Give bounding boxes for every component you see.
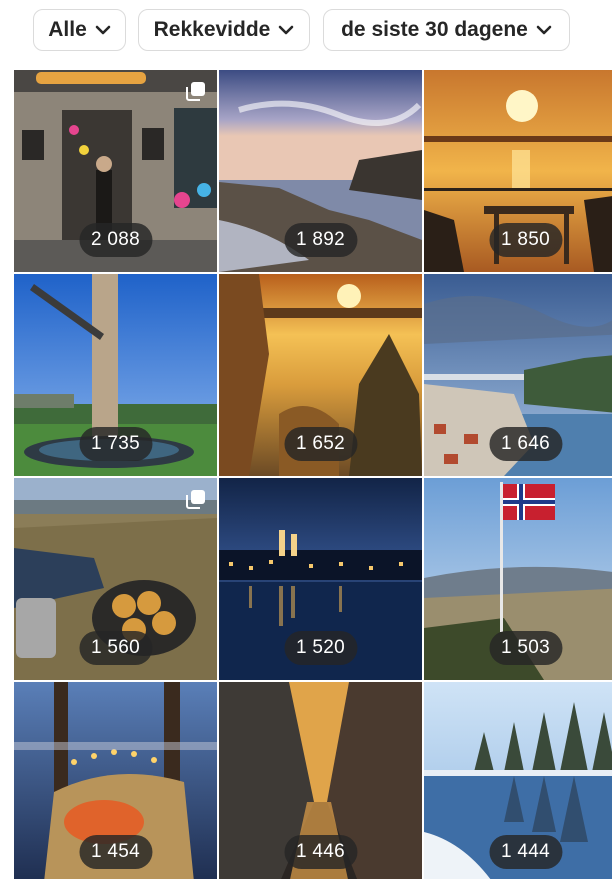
post-tile[interactable]: 2 088 [14, 70, 217, 272]
reach-count-badge: 1 892 [283, 223, 358, 257]
chevron-down-icon [536, 25, 552, 35]
reach-count-badge: 1 444 [488, 835, 563, 869]
filter-type-dropdown[interactable]: Alle [33, 9, 126, 51]
chevron-down-icon [95, 25, 111, 35]
filter-period-label: de siste 30 dagene [341, 18, 528, 41]
multiple-photos-icon [186, 490, 205, 509]
post-tile[interactable]: 1 454 [14, 682, 217, 879]
reach-count-badge: 1 520 [283, 631, 358, 665]
post-tile[interactable]: 1 520 [219, 478, 422, 680]
post-tile[interactable]: 1 735 [14, 274, 217, 476]
filter-metric-dropdown[interactable]: Rekkevidde [138, 9, 310, 51]
post-tile[interactable]: 1 503 [424, 478, 612, 680]
multiple-photos-icon [186, 82, 205, 101]
reach-count-badge: 1 503 [488, 631, 563, 665]
reach-count-badge: 1 446 [283, 835, 358, 869]
post-tile[interactable]: 1 446 [219, 682, 422, 879]
filter-metric-label: Rekkevidde [153, 18, 271, 41]
post-tile[interactable]: 1 892 [219, 70, 422, 272]
reach-count-badge: 1 646 [488, 427, 563, 461]
post-grid: 2 088 1 892 1 850 1 735 1 652 1 646 1 56… [14, 70, 612, 879]
reach-count-badge: 2 088 [78, 223, 153, 257]
reach-count-badge: 1 454 [78, 835, 153, 869]
reach-count-badge: 1 560 [78, 631, 153, 665]
reach-count-badge: 1 850 [488, 223, 563, 257]
filter-bar: Alle Rekkevidde de siste 30 dagene [0, 0, 612, 66]
post-tile[interactable]: 1 560 [14, 478, 217, 680]
post-tile[interactable]: 1 850 [424, 70, 612, 272]
reach-count-badge: 1 652 [283, 427, 358, 461]
filter-type-label: Alle [48, 18, 87, 41]
chevron-down-icon [279, 25, 294, 35]
post-tile[interactable]: 1 444 [424, 682, 612, 879]
filter-period-dropdown[interactable]: de siste 30 dagene [323, 9, 570, 51]
post-tile[interactable]: 1 646 [424, 274, 612, 476]
reach-count-badge: 1 735 [78, 427, 153, 461]
post-tile[interactable]: 1 652 [219, 274, 422, 476]
